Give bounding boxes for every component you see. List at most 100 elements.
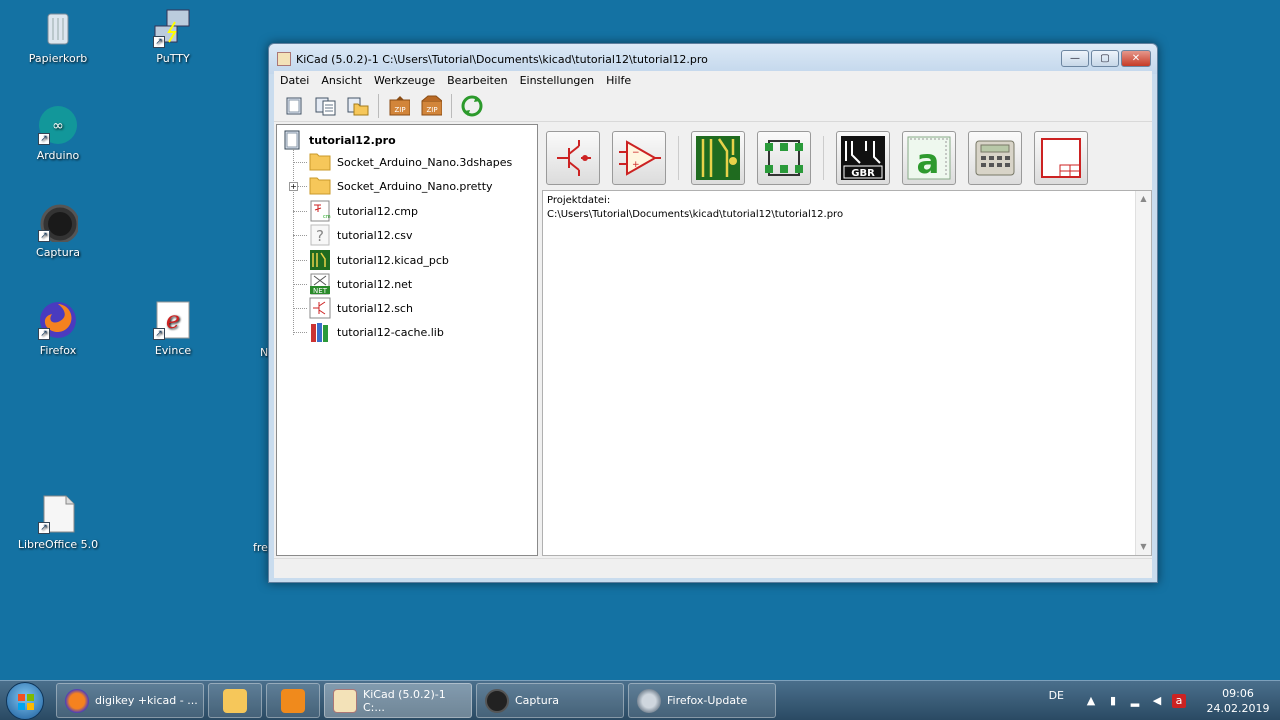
tree-item-label: Socket_Arduino_Nano.3dshapes	[337, 155, 513, 169]
tree-expand-button[interactable]: +	[289, 182, 298, 191]
window-titlebar[interactable]: KiCad (5.0.2)-1 C:\Users\Tutorial\Docume…	[269, 44, 1157, 74]
launcher-separator	[678, 136, 679, 180]
archive-zip-icon: ZIP	[389, 95, 410, 115]
svg-text:+: +	[632, 160, 640, 170]
minimize-button[interactable]: —	[1061, 50, 1089, 67]
schematic-editor-button[interactable]	[546, 131, 600, 185]
menu-einstellungen[interactable]: Einstellungen	[520, 74, 595, 87]
svg-text:ZIP: ZIP	[394, 106, 405, 114]
desktop-icon-putty[interactable]: ↗ PuTTY	[128, 8, 218, 65]
unarchive-project-button[interactable]: ZIP	[419, 94, 443, 118]
new-from-template-button[interactable]	[314, 94, 338, 118]
battery-icon[interactable]: ▮	[1106, 694, 1120, 708]
desktop-icon-libreoffice[interactable]: ↗ LibreOffice 5.0	[13, 494, 103, 551]
firefox-update-icon	[637, 688, 661, 713]
desktop-icon-arduino[interactable]: ∞ ↗ Arduino	[13, 105, 103, 162]
vertical-scrollbar[interactable]: ▲ ▼	[1135, 191, 1151, 555]
tree-item-label: tutorial12-cache.lib	[337, 325, 444, 339]
taskbar-item-captura[interactable]: Captura	[476, 683, 624, 718]
input-language-indicator[interactable]: DE	[1049, 689, 1064, 702]
taskbar-item-label: Firefox-Update	[667, 694, 748, 707]
refresh-button[interactable]	[460, 94, 484, 118]
taskbar-item-explorer[interactable]	[208, 683, 262, 718]
menu-werkzeuge[interactable]: Werkzeuge	[374, 74, 435, 87]
desktop-icon-label: Evince	[154, 344, 192, 357]
clock[interactable]: 09:06 24.02.2019	[1206, 686, 1270, 716]
new-project-button[interactable]	[282, 94, 306, 118]
symbol-editor-button[interactable]: − +	[612, 131, 666, 185]
scroll-down-icon[interactable]: ▼	[1136, 539, 1151, 555]
shortcut-arrow-icon: ↗	[38, 133, 50, 145]
open-project-button[interactable]	[346, 94, 370, 118]
media-player-icon	[281, 688, 305, 713]
message-label: Projektdatei:	[547, 195, 611, 206]
menu-ansicht[interactable]: Ansicht	[321, 74, 362, 87]
taskbar-item-label: digikey +kicad - ...	[95, 694, 198, 707]
open-project-icon	[347, 97, 369, 115]
close-button[interactable]: ✕	[1121, 50, 1151, 67]
archive-project-button[interactable]: ZIP	[387, 94, 411, 118]
menu-datei[interactable]: Datei	[280, 74, 309, 87]
bitmap-converter-button[interactable]: a	[902, 131, 956, 185]
taskbar-item-firefox-update[interactable]: Firefox-Update	[628, 683, 776, 718]
captura-icon	[485, 688, 509, 713]
gerber-viewer-icon: GBR	[841, 136, 885, 180]
status-bar	[274, 558, 1152, 578]
kicad-app-icon	[277, 52, 291, 66]
new-from-template-icon	[315, 97, 336, 115]
svg-text:a: a	[917, 142, 940, 181]
desktop-icon-captura[interactable]: ↗ Captura	[13, 202, 103, 259]
tree-root[interactable]: tutorial12.pro	[283, 130, 396, 150]
pdf-reader-icon[interactable]: a	[1172, 694, 1186, 708]
tree-item[interactable]: Socket_Arduino_Nano.3dshapes	[293, 151, 512, 173]
taskbar-item-media-player[interactable]	[266, 683, 320, 718]
libreoffice-icon: ↗	[38, 494, 78, 534]
toolbar-separator	[451, 93, 452, 118]
window-title: KiCad (5.0.2)-1 C:\Users\Tutorial\Docume…	[296, 52, 708, 66]
project-tree[interactable]: tutorial12.pro Socket_Arduino_Nano.3dsha…	[276, 124, 538, 556]
bitmap-converter-icon: a	[907, 136, 951, 181]
scroll-up-icon[interactable]: ▲	[1136, 191, 1151, 207]
tree-item[interactable]: tutorial12.kicad_pcb	[293, 249, 449, 271]
svg-text:cmp: cmp	[323, 214, 331, 220]
pcb-editor-button[interactable]	[691, 131, 745, 185]
pcb-editor-icon	[696, 136, 740, 180]
footprint-editor-button[interactable]	[757, 131, 811, 185]
tree-connector	[293, 331, 307, 333]
arduino-icon: ∞ ↗	[38, 105, 78, 145]
menu-bearbeiten[interactable]: Bearbeiten	[447, 74, 507, 87]
network-icon[interactable]: ▂	[1128, 694, 1142, 708]
calculator-button[interactable]	[968, 131, 1022, 185]
menu-hilfe[interactable]: Hilfe	[606, 74, 631, 87]
firefox-icon	[65, 688, 89, 713]
taskbar-item-label: Captura	[515, 694, 559, 707]
message-panel[interactable]: Projektdatei: C:\Users\Tutorial\Document…	[542, 190, 1152, 556]
svg-text:?: ?	[316, 227, 324, 245]
maximize-button[interactable]: ▢	[1091, 50, 1119, 67]
taskbar-item-kicad[interactable]: KiCad (5.0.2)-1 C:...	[324, 683, 472, 718]
tree-item[interactable]: Socket_Arduino_Nano.pretty	[293, 175, 493, 197]
desktop-icon-firefox[interactable]: ↗ Firefox	[13, 300, 103, 357]
taskbar-item-firefox[interactable]: digikey +kicad - ...	[56, 683, 204, 718]
launcher-separator	[823, 136, 824, 180]
gerber-viewer-button[interactable]: GBR	[836, 131, 890, 185]
refresh-icon	[461, 95, 483, 116]
tree-item[interactable]: tutorial12-cache.lib	[293, 321, 444, 343]
start-button[interactable]	[6, 682, 44, 720]
show-hidden-icons-icon[interactable]: ▲	[1084, 694, 1098, 708]
recycle-bin-icon	[38, 8, 78, 48]
tree-item[interactable]: NET tutorial12.net	[293, 273, 412, 295]
volume-icon[interactable]: ◀	[1150, 694, 1164, 708]
desktop-icon-papierkorb[interactable]: Papierkorb	[13, 8, 103, 65]
tree-item[interactable]: cmp tutorial12.cmp	[293, 200, 418, 222]
page-layout-editor-button[interactable]	[1034, 131, 1088, 185]
desktop-icon-label: Captura	[36, 246, 80, 259]
taskbar: digikey +kicad - ... KiCad (5.0.2)-1 C:.…	[0, 680, 1280, 720]
tree-item[interactable]: tutorial12.sch	[293, 297, 413, 319]
tree-root-label: tutorial12.pro	[309, 133, 396, 147]
desktop-icon-evince[interactable]: e ↗ Evince	[128, 300, 218, 357]
tree-item[interactable]: ? tutorial12.csv	[293, 224, 413, 246]
tree-connector	[293, 234, 307, 236]
clock-date: 24.02.2019	[1206, 702, 1270, 715]
page-layout-editor-icon	[1041, 138, 1081, 178]
